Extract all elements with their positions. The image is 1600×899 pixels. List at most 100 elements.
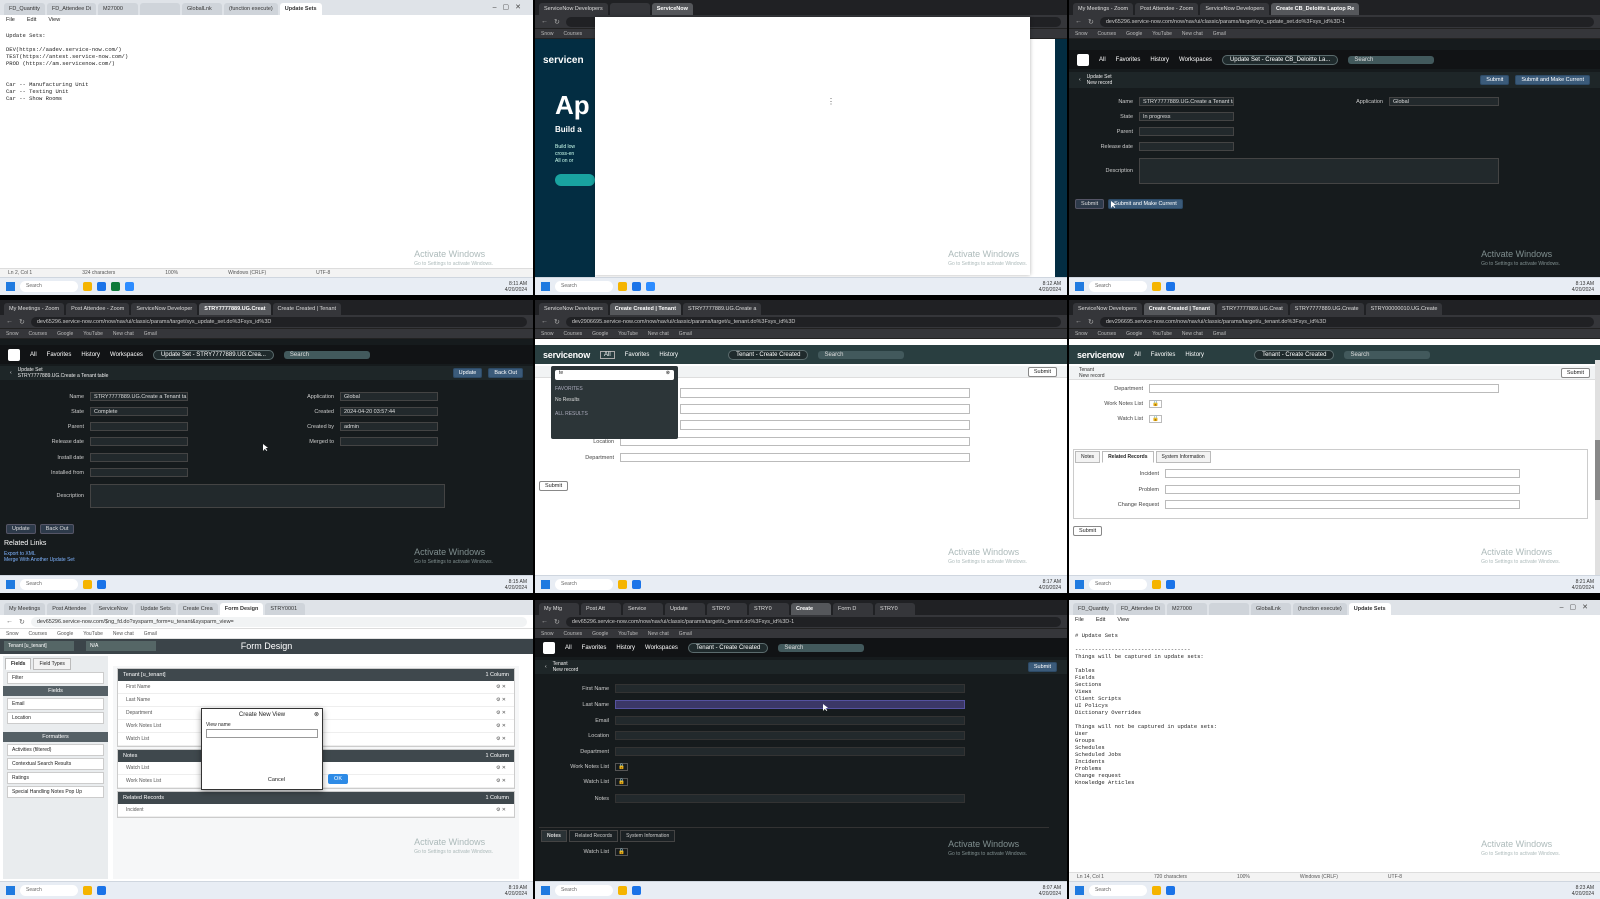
nav-workspaces[interactable]: Workspaces xyxy=(1179,57,1212,63)
global-search[interactable]: Search xyxy=(818,350,905,359)
nav-all[interactable]: All xyxy=(1099,57,1106,63)
browser-tab[interactable]: Create Crea xyxy=(177,603,218,615)
submit-button-top[interactable]: Submit xyxy=(1480,75,1510,85)
chrome-icon[interactable] xyxy=(1166,886,1175,895)
notepad-tab[interactable]: FD_Quantity xyxy=(4,3,45,15)
browser-tab[interactable]: Service xyxy=(623,603,663,615)
update-button-top[interactable]: Update xyxy=(452,368,483,378)
back-icon[interactable]: ← xyxy=(6,318,13,325)
field-input[interactable] xyxy=(680,420,970,430)
context-pill[interactable]: Tenant - Create Created xyxy=(687,642,769,653)
view-name-input[interactable] xyxy=(206,729,318,738)
servicenow-logo-icon[interactable] xyxy=(8,348,20,361)
context-pill[interactable]: Update Set - STRY7777889.UG.Crea... xyxy=(152,349,274,360)
notepad-tab[interactable]: (function execute) xyxy=(224,3,278,15)
bookmark[interactable]: Snow xyxy=(6,331,19,337)
refresh-icon[interactable]: ↻ xyxy=(1088,318,1094,326)
browser-tab[interactable]: Post Att xyxy=(581,603,621,615)
merged-to-input[interactable] xyxy=(340,437,438,446)
browser-tab[interactable]: My Meetings - Zoom xyxy=(1073,3,1134,15)
parent-input[interactable] xyxy=(90,422,188,431)
field-input[interactable] xyxy=(680,404,970,414)
nav-all[interactable]: All xyxy=(565,645,572,651)
notepad-tab[interactable]: M27000 xyxy=(98,3,139,15)
browser-tab-active[interactable]: Create Created | Tenant xyxy=(1143,303,1216,315)
windows-start-icon[interactable] xyxy=(541,282,550,291)
bookmark[interactable]: Snow xyxy=(541,331,554,337)
windows-start-icon[interactable] xyxy=(6,580,15,589)
refresh-icon[interactable]: ↻ xyxy=(19,618,25,626)
install-date-input[interactable] xyxy=(90,453,188,462)
bookmark[interactable]: YouTube xyxy=(618,631,638,637)
browser-tab[interactable]: My Meetings xyxy=(4,603,46,615)
windows-start-icon[interactable] xyxy=(6,886,15,895)
window-controls[interactable]: –▢✕ xyxy=(493,3,527,11)
url-field[interactable]: dev65296.service-now.com/now/nav/ui/clas… xyxy=(1099,16,1594,27)
taskbar-clock[interactable]: 8:19 AM 4/20/2024 xyxy=(505,885,527,897)
taskbar-clock[interactable]: 8:07 AM 4/20/2024 xyxy=(1039,885,1061,897)
url-field[interactable]: dev296695.service-now.com/now/nav/ui/cla… xyxy=(1099,316,1594,327)
section-header[interactable]: Tenant [u_tenant] 1 Column xyxy=(118,669,514,681)
problem-input[interactable] xyxy=(1165,485,1520,494)
browser-tab[interactable]: STRY7777889.UG.Creat xyxy=(1217,303,1288,315)
menu-edit[interactable]: Edit xyxy=(27,17,36,23)
browser-tab-active[interactable]: ServiceNow xyxy=(651,3,693,15)
parent-input[interactable] xyxy=(1139,127,1234,136)
nav-history[interactable]: History xyxy=(1150,57,1169,63)
filter-input[interactable]: te ⊗ xyxy=(555,370,674,380)
browser-tab[interactable]: Update Sets xyxy=(135,603,176,615)
bookmark[interactable]: YouTube xyxy=(1152,31,1172,37)
installed-from-input[interactable] xyxy=(90,468,188,477)
app-icon[interactable] xyxy=(111,282,120,291)
created-input[interactable]: 2024-04-20 03:57:44 xyxy=(340,407,438,416)
field-input[interactable] xyxy=(680,388,970,398)
browser-tab-active[interactable]: Create xyxy=(791,603,831,615)
tab-notes[interactable]: Notes xyxy=(1075,451,1101,463)
name-input[interactable]: STRY7777889.UG.Create a Tenant ta xyxy=(90,392,188,401)
notes-input[interactable] xyxy=(615,794,965,803)
taskbar-search[interactable]: Search xyxy=(555,579,613,590)
submit-button-top[interactable]: Submit xyxy=(1027,366,1057,377)
browser-tab-active[interactable]: Create Created | Tenant xyxy=(609,303,682,315)
release-input[interactable] xyxy=(90,437,188,446)
notepad-text[interactable]: Update Sets: DEV(https://aadev.service-n… xyxy=(6,32,527,102)
nav-history[interactable]: History xyxy=(659,352,678,358)
form-field[interactable]: Incident ⚙ ✕ xyxy=(118,804,514,817)
windows-start-icon[interactable] xyxy=(1075,282,1084,291)
chrome-icon[interactable] xyxy=(1166,282,1175,291)
notepad-tab[interactable]: GlobalLnk xyxy=(1251,603,1292,615)
tab-system-information[interactable]: System Information xyxy=(1155,451,1211,463)
bookmark[interactable]: Google xyxy=(1126,331,1142,337)
browser-tab[interactable]: ServiceNow Developers xyxy=(539,303,608,315)
notepad-tab[interactable]: FD_Attendee Di xyxy=(1115,603,1166,615)
state-select[interactable]: Complete xyxy=(90,407,188,416)
taskbar-search[interactable]: Search xyxy=(1089,885,1147,896)
bookmark[interactable]: Snow xyxy=(541,631,554,637)
submit-make-current-button-top[interactable]: Submit and Make Current xyxy=(1515,75,1590,85)
window-controls[interactable]: –▢✕ xyxy=(1560,603,1594,611)
bookmark[interactable]: Courses xyxy=(29,331,48,337)
gear-icon[interactable]: ⚙ ✕ xyxy=(496,723,506,729)
bookmark[interactable]: Courses xyxy=(29,631,48,637)
global-search[interactable]: Search xyxy=(1348,55,1435,64)
department-input[interactable] xyxy=(620,453,970,462)
browser-tab[interactable]: STRY0 xyxy=(875,603,915,615)
servicenow-logo[interactable]: servicenow xyxy=(1077,350,1124,360)
lock-icon[interactable]: 🔒 xyxy=(615,763,628,771)
refresh-icon[interactable]: ↻ xyxy=(19,318,25,326)
bookmark[interactable]: New chat xyxy=(1182,331,1203,337)
nav-workspaces[interactable]: Workspaces xyxy=(645,645,678,651)
bookmark[interactable]: Google xyxy=(57,631,73,637)
palette-field-email[interactable]: Email xyxy=(7,698,104,710)
browser-tab[interactable]: ServiceNow Developers xyxy=(539,3,608,15)
description-textarea[interactable] xyxy=(1139,158,1499,184)
scrollbar-thumb[interactable] xyxy=(1595,440,1600,500)
menu-view[interactable]: View xyxy=(1117,617,1129,623)
back-icon[interactable]: ← xyxy=(541,618,548,625)
file-explorer-icon[interactable] xyxy=(1152,580,1161,589)
bookmark[interactable]: YouTube xyxy=(618,331,638,337)
back-out-button[interactable]: Back Out xyxy=(39,524,75,534)
section-columns[interactable]: 1 Column xyxy=(485,753,509,759)
file-explorer-icon[interactable] xyxy=(618,886,627,895)
browser-tab[interactable]: ServiceNow Developers xyxy=(1200,3,1270,15)
